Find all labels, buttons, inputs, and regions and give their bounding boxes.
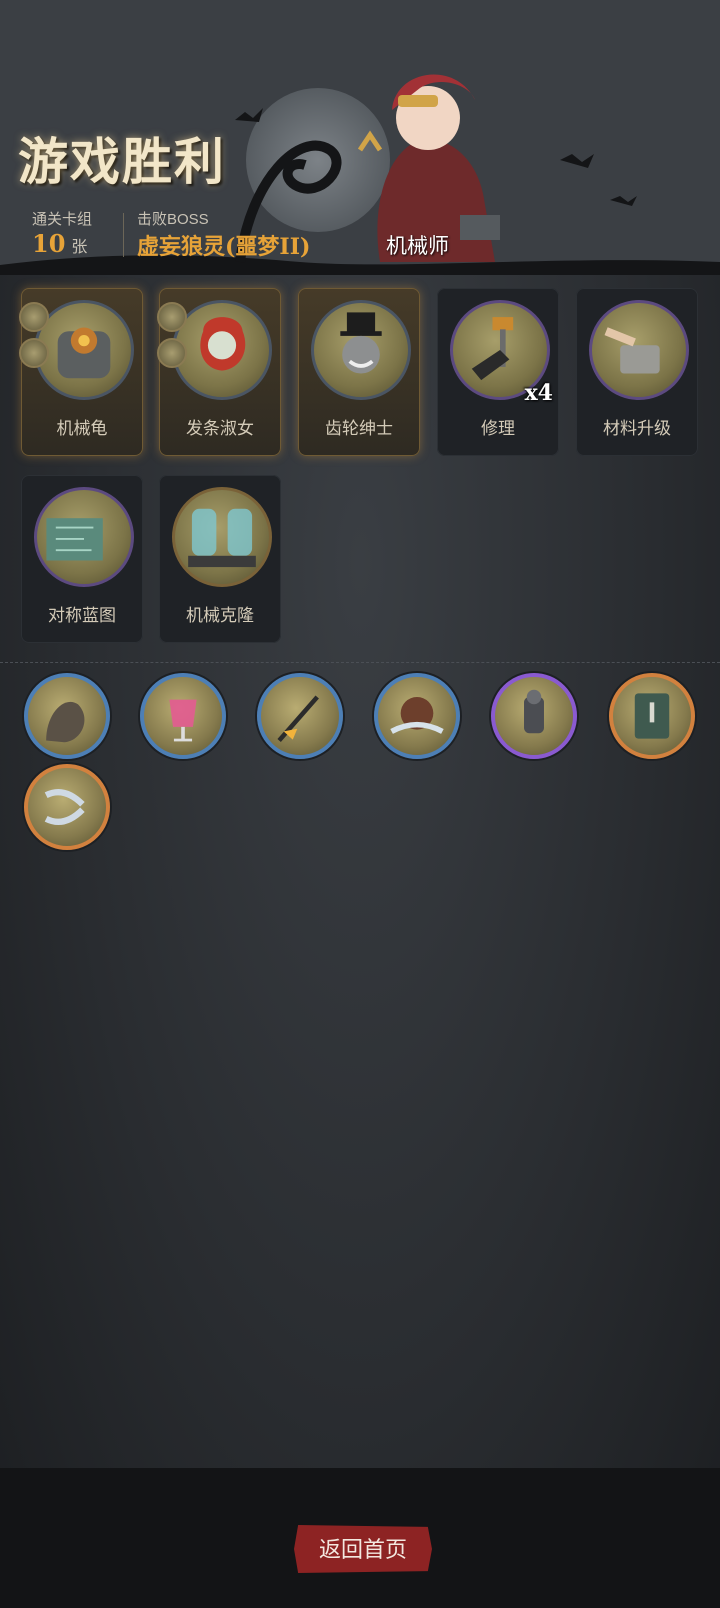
gear-gentleman-icon xyxy=(311,300,411,400)
cocktail-icon[interactable] xyxy=(140,673,226,759)
card-blueprint[interactable]: 对称蓝图 xyxy=(21,475,143,643)
material-upgrade-icon xyxy=(589,300,689,400)
hero-name: 机械师 xyxy=(386,235,449,258)
card-name: 机械龟 xyxy=(56,419,108,438)
card-mech-clone[interactable]: 机械克隆 xyxy=(159,475,281,643)
card-gear-gentleman[interactable]: 齿轮绅士 xyxy=(298,288,420,456)
mech-turtle-icon xyxy=(34,300,134,400)
deck-unit: 张 xyxy=(71,239,88,256)
boss-stat: 击败BOSS 虚妄狼灵(噩梦II) xyxy=(137,208,310,261)
card-count: x4 xyxy=(524,380,553,406)
card-name: 材料升级 xyxy=(603,419,671,438)
card-mech-turtle[interactable]: 机械龟 xyxy=(19,288,143,456)
mini-gear-icon xyxy=(19,338,49,368)
flaming-arrow-icon[interactable] xyxy=(257,673,343,759)
return-home-button[interactable]: 返回首页 xyxy=(294,1525,432,1573)
spellbook-icon[interactable] xyxy=(609,673,695,759)
mini-gear-icon xyxy=(157,302,187,332)
mini-gear-icon xyxy=(19,302,49,332)
card-name: 齿轮绅士 xyxy=(325,419,393,438)
victory-title: 游戏胜利 xyxy=(18,134,226,190)
mini-gear-icon xyxy=(157,338,187,368)
blueprint-icon xyxy=(34,487,134,587)
card-name: 发条淑女 xyxy=(186,419,254,438)
clockwork-lady-icon xyxy=(172,300,272,400)
card-repair[interactable]: x4 修理 xyxy=(437,288,559,456)
deck-stat: 通关卡组 10 张 xyxy=(32,208,92,258)
boss-label: 击败BOSS xyxy=(137,211,209,228)
shuriken-icon[interactable] xyxy=(24,764,110,850)
card-name: 修理 xyxy=(481,419,515,438)
card-clockwork-lady[interactable]: 发条淑女 xyxy=(157,288,281,456)
hooded-rider-icon[interactable] xyxy=(24,673,110,759)
beast-icon[interactable] xyxy=(374,673,460,759)
stat-divider xyxy=(123,213,124,257)
card-material-upgrade[interactable]: 材料升级 xyxy=(576,288,698,456)
deck-label: 通关卡组 xyxy=(32,211,93,228)
mech-clone-icon xyxy=(172,487,272,587)
card-name: 机械克隆 xyxy=(186,606,254,625)
section-divider xyxy=(0,662,720,663)
boss-name: 虚妄狼灵(噩梦II) xyxy=(137,234,311,260)
armored-knight-icon[interactable] xyxy=(491,673,577,759)
deck-count: 10 xyxy=(32,229,66,258)
card-name: 对称蓝图 xyxy=(48,606,116,625)
